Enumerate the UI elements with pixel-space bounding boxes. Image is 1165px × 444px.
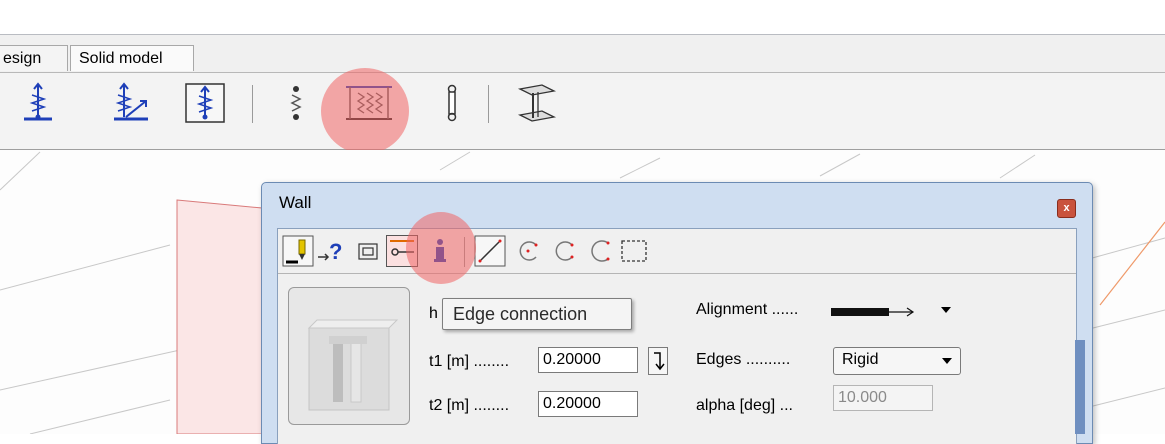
help-arrow-icon[interactable]: ? [316,235,348,267]
toolbar-separator [252,85,253,123]
t2-input[interactable]: 0.20000 [538,391,638,417]
toolbar-separator [488,85,489,123]
highlight-circle-dialog [406,212,476,284]
alpha-label: alpha [deg] ... [696,397,793,414]
arc-cw-icon[interactable] [512,235,544,267]
alignment-label: Alignment ...... [696,301,799,318]
point-support-inclined-icon[interactable] [108,81,148,127]
main-toolbar [0,73,1165,150]
point-support-framed-icon[interactable] [183,81,225,127]
t2-label: t2 [m] ........ [429,397,510,414]
arc-ccw-icon[interactable] [548,235,580,267]
edges-select[interactable]: Rigid [833,347,961,375]
dialog-scrollbar[interactable] [1075,340,1085,434]
t1-input[interactable]: 0.20000 [538,347,638,373]
pick-element-icon[interactable] [282,235,314,267]
point-support-icon[interactable] [18,81,58,127]
beam-section-icon[interactable] [512,81,560,127]
wall-preview [288,287,410,425]
rectangle-icon[interactable] [352,235,384,267]
swap-arrow-icon[interactable] [648,347,668,375]
chevron-down-icon [942,358,952,364]
close-icon[interactable]: x [1057,199,1076,218]
t1-label: t1 [m] ........ [429,353,510,370]
dialog-title: Wall [279,193,312,212]
title-area [0,0,1165,35]
line-support-icon[interactable] [276,81,316,127]
tab-bar: esign Solid model [0,35,1165,73]
tab-solid-model[interactable]: Solid model [70,45,194,71]
dialog-toolbar: ? [278,229,1076,274]
tab-design[interactable]: esign [0,45,68,71]
alignment-select[interactable] [823,297,959,325]
selection-rect-icon[interactable] [618,235,650,267]
arc-icon[interactable] [584,235,616,267]
wall-dialog: Wall x ? h [t1 [m] ........ 0.20000 t2 … [261,182,1093,444]
line-draw-icon[interactable] [474,235,506,267]
chevron-down-icon [941,307,951,313]
dialog-body: ? h [t1 [m] ........ 0.20000 t2 [m] ...… [277,228,1077,444]
svg-text:?: ? [329,239,342,264]
tooltip: Edge connection [442,298,632,330]
edges-value: Rigid [842,351,879,368]
rod-icon[interactable] [432,81,472,127]
highlight-circle-toolbar [321,68,409,154]
edges-label: Edges .......... [696,351,791,368]
alpha-input: 10.000 [833,385,933,411]
